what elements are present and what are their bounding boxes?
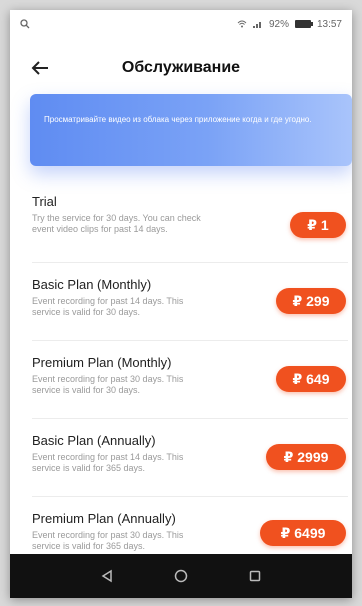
price-button[interactable]: ₽ 649 [276, 366, 346, 392]
battery-icon [294, 20, 313, 28]
header: Обслуживание [10, 48, 352, 88]
plan-description: Try the service for 30 days. You can che… [32, 213, 201, 234]
triangle-back-icon [101, 569, 112, 583]
price-button[interactable]: ₽ 1 [290, 212, 346, 238]
status-left [20, 19, 30, 29]
status-time: 13:57 [316, 18, 342, 30]
nav-recents-button[interactable] [241, 562, 269, 590]
system-nav-bar [10, 554, 352, 598]
plan-description: Event recording for past 30 days. This s… [32, 530, 184, 551]
status-right: 92% 13:57 [237, 19, 342, 30]
plan-item-trial[interactable]: Trial Try the service for 30 days. You c… [32, 186, 348, 263]
price-button[interactable]: ₽ 299 [276, 288, 346, 314]
battery-percent: 92% [268, 18, 289, 30]
page-title: Обслуживание [121, 59, 241, 76]
app-screen: 92% 13:57 Обслуживание Просматривайте ви… [10, 10, 352, 598]
status-bar: 92% 13:57 [10, 10, 352, 38]
plan-description: Event recording for past 14 days. This s… [32, 452, 184, 473]
plan-description: Event recording for past 30 days. This s… [32, 374, 184, 395]
banner-text: Просматривайте видео из облака через при… [44, 115, 312, 124]
arrow-left-icon [31, 61, 48, 75]
plan-item-premium-annually[interactable]: Premium Plan (Annually) Event recording … [32, 497, 348, 557]
plan-list: Trial Try the service for 30 days. You c… [32, 186, 348, 557]
nav-home-button[interactable] [167, 562, 195, 590]
plan-item-basic-annually[interactable]: Basic Plan (Annually) Event recording fo… [32, 419, 348, 497]
plan-name: Trial [32, 194, 57, 209]
price-button[interactable]: ₽ 6499 [260, 520, 346, 546]
plan-item-premium-monthly[interactable]: Premium Plan (Monthly) Event recording f… [32, 341, 348, 419]
plan-item-basic-monthly[interactable]: Basic Plan (Monthly) Event recording for… [32, 263, 348, 341]
square-recents-icon [249, 570, 261, 582]
circle-home-icon [174, 569, 188, 583]
nav-back-button[interactable] [93, 562, 121, 590]
price-button[interactable]: ₽ 2999 [266, 444, 346, 470]
wifi-icon [237, 20, 247, 28]
search-icon [20, 19, 30, 29]
signal-icon [252, 22, 261, 28]
back-button[interactable] [26, 56, 54, 80]
plan-description: Event recording for past 14 days. This s… [32, 296, 184, 317]
promo-banner: Просматривайте видео из облака через при… [30, 94, 352, 166]
